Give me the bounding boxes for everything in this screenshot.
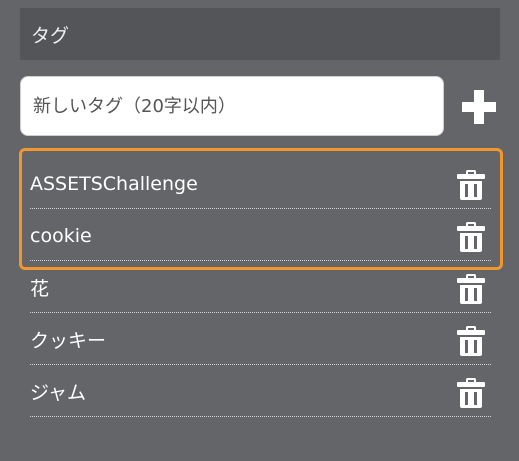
tag-row: ASSETSChallenge	[30, 157, 491, 209]
tag-row: ジャム	[30, 365, 491, 417]
tag-label: クッキー	[30, 330, 107, 352]
tag-label: ASSETSChallenge	[30, 172, 198, 195]
trash-icon[interactable]	[457, 274, 485, 304]
trash-icon[interactable]	[457, 326, 485, 356]
trash-icon[interactable]	[457, 222, 485, 252]
tags-header: タグ	[20, 8, 500, 60]
tag-list: ASSETSChallenge cookie 花 クッキー ジャム	[30, 157, 491, 417]
new-tag-input[interactable]	[20, 76, 444, 136]
tag-label: cookie	[30, 224, 92, 247]
tag-row: 花	[30, 261, 491, 313]
tags-header-title: タグ	[31, 24, 70, 47]
tag-label: ジャム	[30, 382, 87, 404]
trash-icon[interactable]	[457, 378, 485, 408]
trash-icon[interactable]	[457, 170, 485, 200]
tag-row: cookie	[30, 209, 491, 261]
add-tag-button[interactable]	[462, 90, 496, 124]
tag-panel: タグ ASSETSChallenge cookie 花	[0, 0, 519, 461]
tag-label: 花	[30, 278, 50, 300]
tag-row: クッキー	[30, 313, 491, 365]
